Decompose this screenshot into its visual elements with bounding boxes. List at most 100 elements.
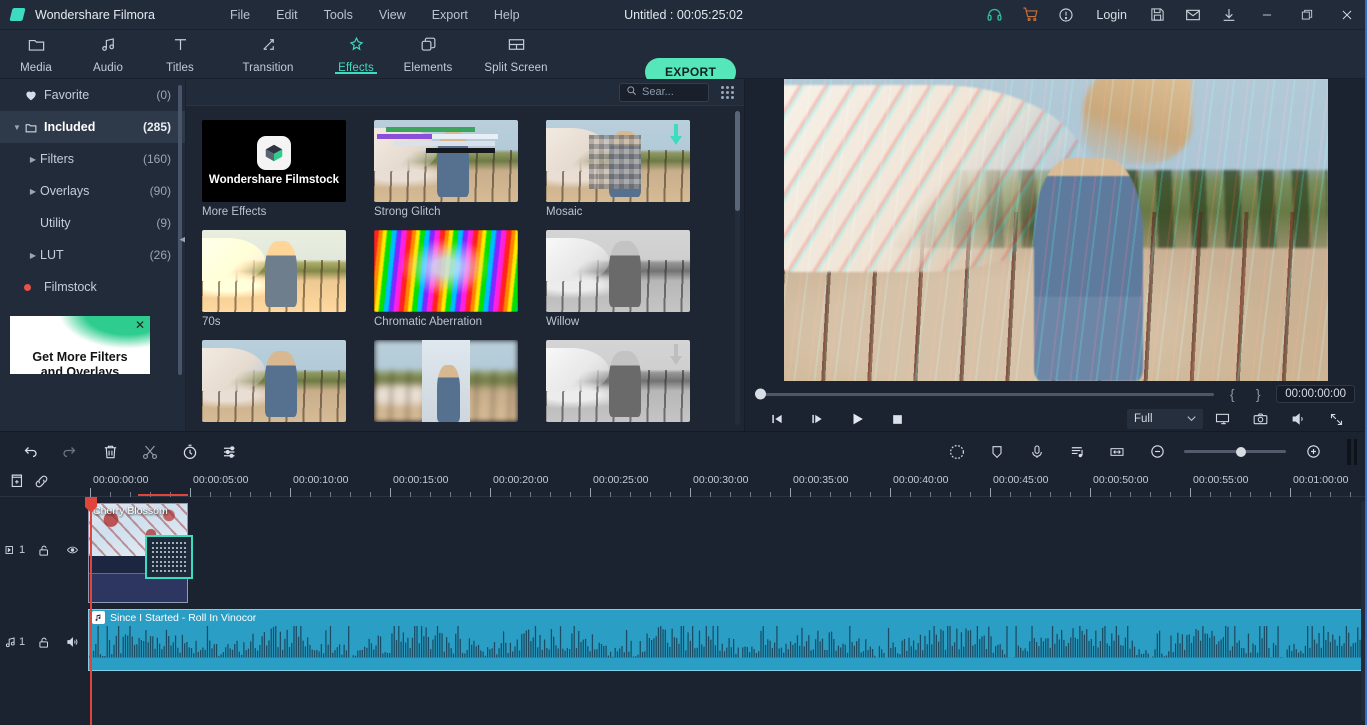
timeline-toolbar-right [937, 436, 1357, 468]
menu-file[interactable]: File [217, 4, 263, 26]
voiceover-button[interactable] [1017, 436, 1057, 468]
link-icon[interactable] [33, 473, 50, 495]
tab-transition[interactable]: Transition [216, 30, 320, 78]
marker-button[interactable] [977, 436, 1017, 468]
display-settings-button[interactable] [1203, 407, 1241, 431]
undo-button[interactable] [10, 436, 50, 468]
mail-icon[interactable] [1175, 0, 1211, 30]
preview-right-controls [1203, 407, 1355, 431]
menu-tools[interactable]: Tools [311, 4, 366, 26]
sidebar-item-included[interactable]: ▼ Included (285) [0, 111, 185, 143]
sidebar-item-filmstock[interactable]: Filmstock [0, 271, 185, 303]
tab-titles[interactable]: Titles [144, 30, 216, 78]
unlock-icon[interactable] [29, 635, 58, 650]
timeline-zoom-slider[interactable] [1184, 450, 1286, 453]
effect-card[interactable]: Willow [546, 230, 690, 328]
effect-card[interactable]: Wondershare Filmstock More Effects [202, 120, 346, 218]
effect-card-mosaic[interactable]: Mosaic [546, 120, 690, 218]
maximize-button[interactable] [1287, 0, 1327, 30]
sidebar-item-utility[interactable]: Utility (9) [0, 207, 185, 239]
delete-button[interactable] [90, 436, 130, 468]
speaker-on-icon[interactable] [58, 635, 87, 649]
minimize-button[interactable] [1247, 0, 1287, 30]
snapshot-button[interactable] [1241, 407, 1279, 431]
tab-audio[interactable]: Audio [72, 30, 144, 78]
next-frame-button[interactable] [797, 407, 837, 431]
ruler-tick-minor [1110, 492, 1111, 497]
mosaic-effect-overlay[interactable] [145, 535, 193, 579]
speed-button[interactable] [170, 436, 210, 468]
panel-collapse-icon[interactable]: ◀ [177, 229, 186, 249]
chevron-right-icon[interactable]: ▶ [26, 155, 40, 164]
zoom-slider-handle[interactable] [1236, 447, 1246, 457]
chevron-down-icon[interactable]: ▼ [10, 123, 24, 132]
track-body-video[interactable]: Cherry Blossom [88, 497, 1367, 603]
zoom-out-button[interactable] [1137, 436, 1177, 468]
effect-card[interactable]: 70s [202, 230, 346, 328]
add-track-icon[interactable] [8, 473, 25, 495]
preview-seek-slider[interactable] [757, 393, 1214, 396]
save-icon[interactable] [1139, 0, 1175, 30]
effect-card[interactable] [546, 340, 690, 422]
effect-card[interactable] [374, 340, 518, 422]
audio-detach-button[interactable] [1057, 436, 1097, 468]
menu-view[interactable]: View [366, 4, 419, 26]
prev-frame-button[interactable] [757, 407, 797, 431]
seek-handle[interactable] [755, 389, 766, 400]
effect-card[interactable]: Chromatic Aberration [374, 230, 518, 328]
volume-button[interactable] [1279, 407, 1317, 431]
split-button[interactable] [130, 436, 170, 468]
track-body-audio[interactable]: Since I Started - Roll In Vinocor [88, 603, 1367, 681]
unlock-icon[interactable] [29, 543, 58, 558]
zoom-in-button[interactable] [1293, 436, 1333, 468]
playhead[interactable] [90, 497, 92, 725]
grid-view-icon[interactable] [721, 86, 734, 99]
effect-card[interactable]: Strong Glitch [374, 120, 518, 218]
search-input[interactable] [642, 86, 702, 98]
chevron-right-icon[interactable]: ▶ [26, 187, 40, 196]
fullscreen-button[interactable] [1317, 407, 1355, 431]
video-canvas[interactable] [784, 79, 1328, 381]
tab-media[interactable]: Media [0, 30, 72, 78]
preview-timecode[interactable]: 00:00:00:00 [1276, 385, 1355, 403]
download-icon[interactable] [670, 344, 682, 366]
sidebar-item-filters[interactable]: ▶ Filters (160) [0, 143, 185, 175]
timeline-ruler[interactable]: 00:00:00:0000:00:05:0000:00:10:0000:00:1… [88, 471, 1367, 497]
quality-dropdown[interactable]: Full [1127, 409, 1203, 429]
search-box[interactable] [619, 83, 709, 102]
download-icon[interactable] [1211, 0, 1247, 30]
login-button[interactable]: Login [1084, 8, 1139, 22]
sidebar-item-favorite[interactable]: Favorite (0) [0, 79, 185, 111]
stop-button[interactable] [877, 407, 917, 431]
redo-button[interactable] [50, 436, 90, 468]
download-icon[interactable] [670, 124, 682, 146]
effects-scrollbar[interactable] [735, 111, 740, 211]
mark-out-button[interactable]: } [1250, 386, 1266, 402]
filmstock-promo-banner[interactable]: ✕ Get More Filters and Overlays [10, 316, 150, 374]
sidebar-item-lut[interactable]: ▶ LUT (26) [0, 239, 185, 271]
menu-export[interactable]: Export [419, 4, 481, 26]
settings-button[interactable] [210, 436, 250, 468]
close-icon[interactable]: ✕ [135, 319, 145, 331]
ruler-tick-minor [1030, 492, 1031, 497]
menu-help[interactable]: Help [481, 4, 533, 26]
support-headset-icon[interactable] [976, 0, 1012, 30]
effect-thumbnail: Wondershare Filmstock [202, 120, 346, 202]
timeline-clip-audio[interactable]: Since I Started - Roll In Vinocor [88, 609, 1367, 671]
info-circle-icon[interactable] [1048, 0, 1084, 30]
sidebar-item-overlays[interactable]: ▶ Overlays (90) [0, 175, 185, 207]
menu-edit[interactable]: Edit [263, 4, 311, 26]
eye-icon[interactable] [58, 544, 87, 556]
mark-in-button[interactable]: { [1224, 386, 1240, 402]
close-button[interactable] [1327, 0, 1367, 30]
chevron-right-icon[interactable]: ▶ [26, 251, 40, 260]
fit-timeline-button[interactable] [1097, 436, 1137, 468]
record-button[interactable] [937, 436, 977, 468]
tab-split-screen[interactable]: Split Screen [464, 30, 568, 78]
tab-elements[interactable]: Elements [392, 30, 464, 78]
shopping-cart-icon[interactable] [1012, 0, 1048, 30]
tab-effects[interactable]: Effects [320, 30, 392, 78]
effect-card[interactable] [202, 340, 346, 422]
render-preview-button[interactable] [1347, 439, 1357, 465]
play-button[interactable] [837, 407, 877, 431]
